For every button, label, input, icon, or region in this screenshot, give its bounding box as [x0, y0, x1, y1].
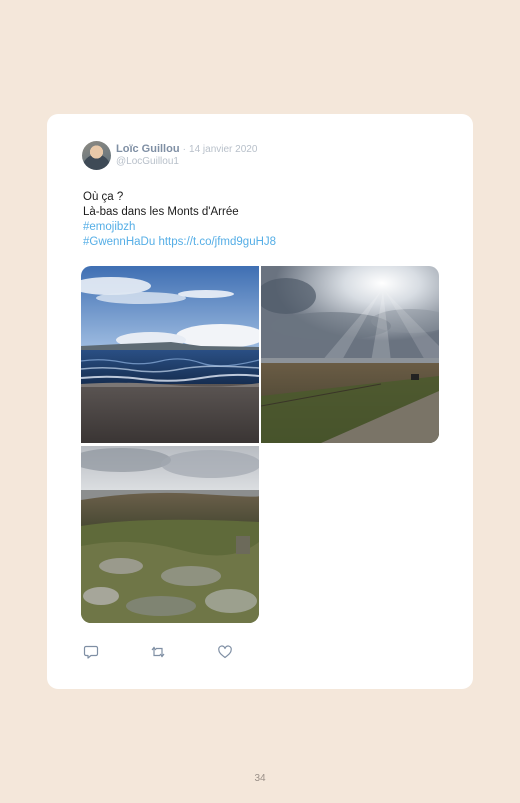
- author-name[interactable]: Loïc Guillou: [116, 143, 180, 155]
- tweet-actions: [83, 644, 243, 660]
- hashtag-link[interactable]: #GwennHaDu: [83, 236, 155, 248]
- tweet-author-line: Loïc Guillou · 14 janvier 2020: [116, 143, 257, 156]
- author-handle[interactable]: @LocGuillou1: [116, 156, 179, 168]
- hashtag-link[interactable]: #emojibzh: [83, 221, 135, 233]
- tweet-text: Où ça ? Là-bas dans les Monts d'Arrée #e…: [83, 190, 276, 250]
- rocky-moorland-photo[interactable]: [81, 446, 259, 623]
- heart-icon[interactable]: [217, 644, 233, 660]
- avatar[interactable]: [82, 141, 111, 170]
- lake-shore-photo[interactable]: [81, 266, 259, 443]
- sunrays-moor-photo[interactable]: [261, 266, 439, 443]
- tweet-card: Loïc Guillou · 14 janvier 2020 @LocGuill…: [47, 114, 473, 689]
- meta-separator: ·: [182, 144, 186, 155]
- retweet-icon[interactable]: [150, 644, 166, 660]
- tweet-date[interactable]: 14 janvier 2020: [189, 144, 257, 155]
- url-link[interactable]: https://t.co/jfmd9guHJ8: [158, 236, 276, 248]
- tweet-line-1: Où ça ?: [83, 191, 124, 203]
- reply-icon[interactable]: [83, 644, 99, 660]
- page: Loïc Guillou · 14 janvier 2020 @LocGuill…: [0, 0, 520, 803]
- page-number: 34: [254, 773, 266, 784]
- tweet-media-grid: [81, 266, 439, 623]
- tweet-line-2: Là-bas dans les Monts d'Arrée: [83, 206, 239, 218]
